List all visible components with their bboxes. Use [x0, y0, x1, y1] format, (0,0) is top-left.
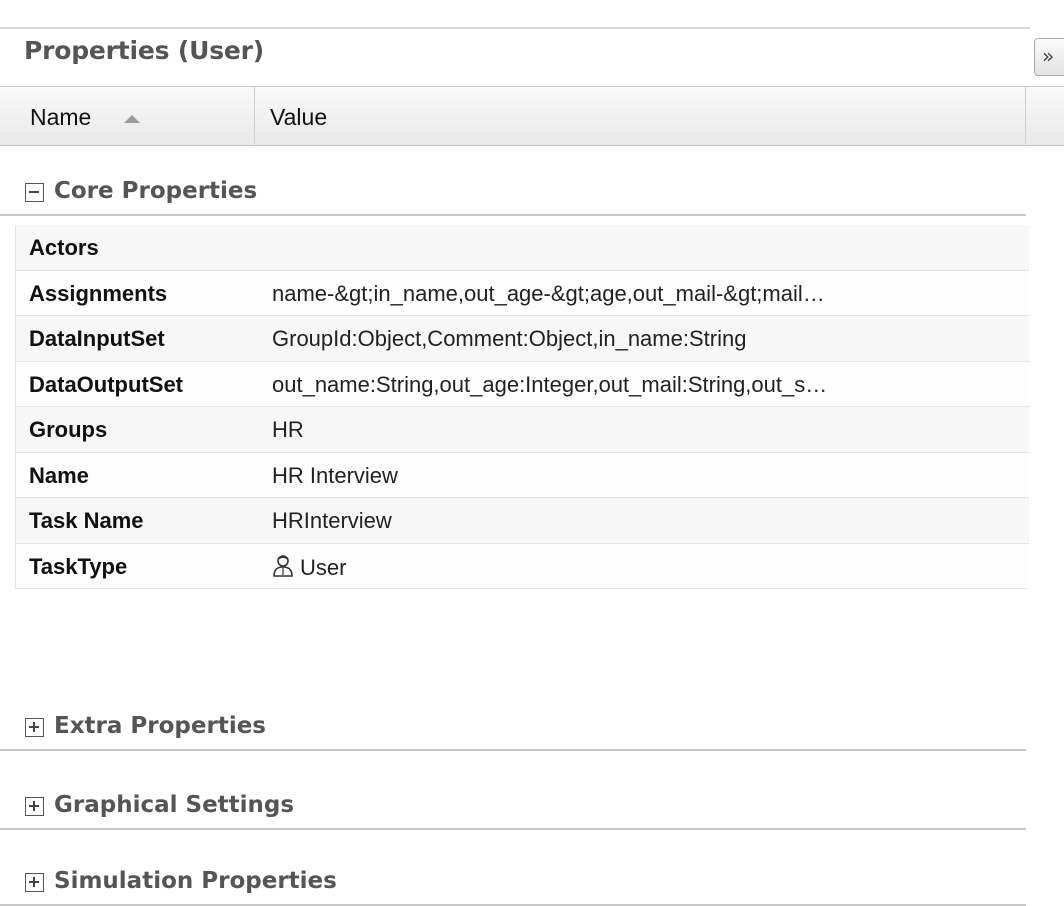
user-icon — [273, 554, 293, 577]
panel-title: Properties (User) — [24, 36, 264, 65]
group-core-properties[interactable]: Core Properties — [0, 166, 1026, 216]
property-name: Actors — [29, 235, 99, 260]
table-row-actors[interactable]: Actors — [16, 225, 1029, 271]
property-value[interactable]: HR — [272, 417, 1022, 443]
property-name: Assignments — [29, 280, 168, 306]
tasktype-value-label: User — [300, 554, 347, 580]
property-value[interactable]: out_name:String,out_age:Integer,out_mail… — [272, 372, 1022, 398]
group-graphical-settings-label: Graphical Settings — [54, 792, 295, 818]
group-simulation-properties-label: Simulation Properties — [54, 868, 337, 894]
column-header-value[interactable]: Value — [256, 87, 1026, 146]
double-chevron-right-icon: » — [1042, 44, 1055, 68]
expand-plus-icon[interactable] — [25, 797, 44, 816]
group-extra-properties-label: Extra Properties — [54, 713, 266, 739]
group-core-properties-label: Core Properties — [54, 178, 258, 204]
property-name: TaskType — [29, 553, 128, 579]
property-value[interactable]: name-&gt;in_name,out_age-&gt;age,out_mai… — [272, 281, 1022, 307]
column-header-name[interactable]: Name — [0, 87, 255, 146]
column-header-row: Name Value — [0, 86, 1064, 146]
property-name: Groups — [29, 417, 108, 442]
collapse-panel-button[interactable]: » — [1034, 38, 1064, 76]
table-row-groups[interactable]: Groups HR — [16, 407, 1029, 453]
group-extra-properties[interactable]: Extra Properties — [0, 701, 1026, 751]
group-graphical-settings[interactable]: Graphical Settings — [0, 780, 1026, 830]
core-properties-table: Actors Assignments name-&gt;in_name,out_… — [15, 225, 1029, 589]
property-value[interactable]: HR Interview — [272, 463, 1022, 489]
property-name: Task Name — [29, 508, 144, 533]
table-row-dataoutputset[interactable]: DataOutputSet out_name:String,out_age:In… — [16, 361, 1029, 407]
column-header-name-label: Name — [30, 104, 92, 130]
table-row-name[interactable]: Name HR Interview — [16, 452, 1029, 498]
table-row-task-name[interactable]: Task Name HRInterview — [16, 498, 1029, 544]
property-value-tasktype[interactable]: User — [272, 554, 1022, 581]
property-name: DataInputSet — [29, 326, 165, 351]
table-row-datainputset[interactable]: DataInputSet GroupId:Object,Comment:Obje… — [16, 316, 1029, 362]
property-name: DataOutputSet — [29, 371, 183, 397]
property-value[interactable]: GroupId:Object,Comment:Object,in_name:St… — [272, 326, 1022, 352]
group-simulation-properties[interactable]: Simulation Properties — [0, 856, 1026, 906]
table-row-assignments[interactable]: Assignments name-&gt;in_name,out_age-&gt… — [16, 270, 1029, 316]
column-header-value-label: Value — [270, 104, 328, 130]
title-rule — [0, 27, 1030, 29]
sort-ascending-icon — [124, 115, 140, 123]
properties-panel: Properties (User) » Name Value Core Prop… — [0, 0, 1064, 906]
collapse-minus-icon[interactable] — [25, 183, 44, 202]
property-name: Name — [29, 462, 89, 488]
table-row-tasktype[interactable]: TaskType User — [16, 543, 1029, 589]
expand-plus-icon[interactable] — [25, 718, 44, 737]
property-value[interactable]: HRInterview — [272, 508, 1022, 534]
expand-plus-icon[interactable] — [25, 873, 44, 892]
